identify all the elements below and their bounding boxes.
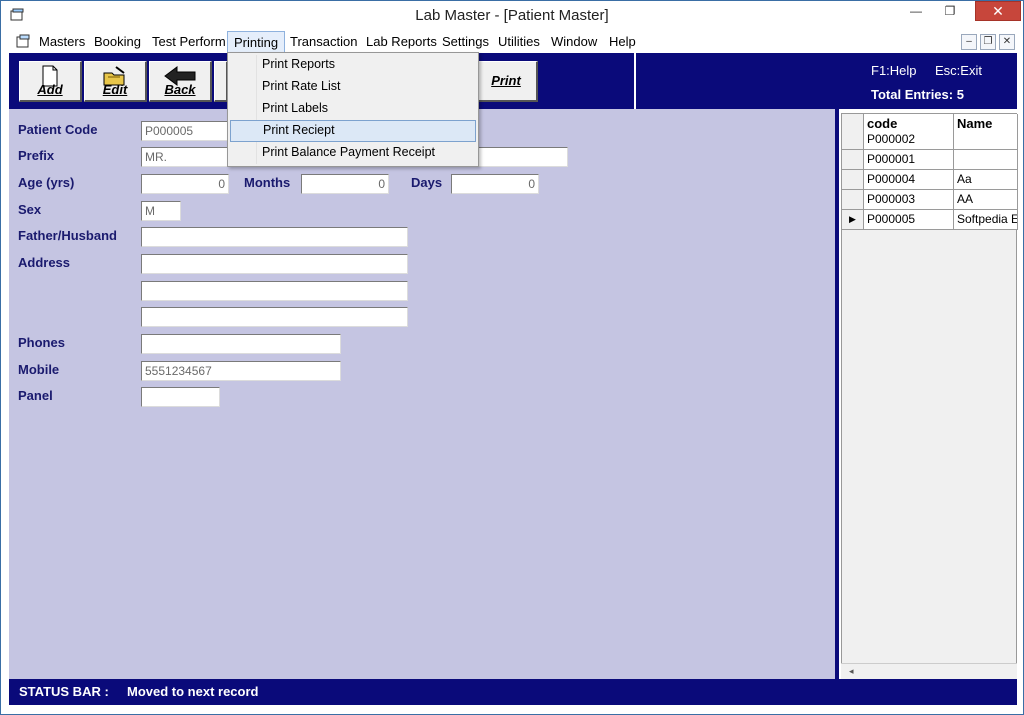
age-years-field[interactable] [141,174,229,194]
menu-test-perform[interactable]: Test Perform [146,31,232,53]
table-row[interactable]: ▶ P000005 Softpedia E [842,210,1018,230]
address-line3-field[interactable] [141,307,408,327]
mdi-restore-button[interactable]: ❐ [980,34,996,50]
grid-cell-code[interactable]: P000003 [864,190,954,210]
total-entries: Total Entries: 5 [871,87,964,102]
row-selector[interactable] [842,150,864,170]
menu-help[interactable]: Help [603,31,642,53]
address-line1-field[interactable] [141,254,408,274]
status-bar: STATUS BAR : Moved to next record [9,679,1017,705]
mdi-minimize-button[interactable]: – [961,34,977,50]
age-label: Age (yrs) [18,175,75,190]
table-row[interactable]: P000002 [842,130,1018,150]
mdi-child-icon[interactable] [15,34,31,50]
menu-item-print-reports[interactable]: Print Reports [230,54,476,76]
prefix-label: Prefix [18,148,55,163]
add-button[interactable]: Add [19,61,82,102]
menu-item-print-balance-payment-receipt[interactable]: Print Balance Payment Receipt [230,142,476,164]
father-husband-label: Father/Husband [18,228,117,243]
status-message: Moved to next record [127,684,259,699]
toolbar-divider [634,53,636,109]
exit-hint: Esc:Exit [935,63,982,78]
help-hint: F1:Help [871,63,917,78]
days-label: Days [411,175,443,190]
menu-bar: Masters Booking Test Perform Printing Tr… [9,31,1017,53]
patient-code-field[interactable] [141,121,229,141]
sex-label: Sex [18,202,42,217]
months-field[interactable] [301,174,389,194]
phones-field[interactable] [141,334,341,354]
menu-utilities[interactable]: Utilities [492,31,546,53]
table-row[interactable]: P000001 [842,150,1018,170]
grid-cell-name[interactable]: Softpedia E [954,210,1018,230]
title-bar: Lab Master - [Patient Master] — ❐ ✕ [1,1,1023,31]
printing-menu: Print Reports Print Rate List Print Labe… [227,52,479,167]
patient-grid[interactable]: code Name P000002 P000001 P000004 Aa P00… [841,113,1018,673]
mobile-field[interactable] [141,361,341,381]
patient-form: Patient Code Prefix Age (yrs) Months Day… [9,109,835,679]
sex-field[interactable] [141,201,181,221]
grid-cell-code[interactable]: P000001 [864,150,954,170]
panel-label: Panel [18,388,53,403]
phones-label: Phones [18,335,65,350]
menu-printing[interactable]: Printing [227,31,286,53]
minimize-button[interactable]: — [903,5,929,19]
grid-cell-code[interactable]: P000002 [864,130,954,150]
hidden-tool-button[interactable] [214,61,228,102]
row-selector[interactable] [842,170,864,190]
father-husband-field[interactable] [141,227,408,247]
days-field[interactable] [451,174,539,194]
window-title: Lab Master - [Patient Master] [415,7,609,24]
toolbar: Add Edit Back Print F1:Help Esc:Exit Tot… [9,53,1017,109]
prefix-field[interactable] [141,147,229,167]
row-selector[interactable] [842,190,864,210]
grid-horizontal-scrollbar[interactable]: ◂ [841,663,1017,679]
add-button-label: Add [37,82,63,97]
back-button[interactable]: Back [149,61,212,102]
status-bar-label: STATUS BAR : [19,684,109,699]
grid-cell-code[interactable]: P000005 [864,210,954,230]
table-row[interactable]: P000004 Aa [842,170,1018,190]
restore-button[interactable]: ❐ [937,5,963,19]
close-button[interactable]: ✕ [975,1,1021,21]
print-button[interactable]: Print [475,61,538,102]
grid-cell-name[interactable]: Aa [954,170,1018,190]
row-pointer-icon[interactable]: ▶ [842,210,864,230]
scroll-left-icon[interactable]: ◂ [849,666,854,677]
patient-code-label: Patient Code [18,122,98,137]
mdi-close-button[interactable]: ✕ [999,34,1015,50]
back-button-label: Back [164,82,196,97]
table-row[interactable]: P000003 AA [842,190,1018,210]
menu-transaction[interactable]: Transaction [284,31,363,53]
menu-item-print-receipt[interactable]: Print Reciept [230,120,476,142]
grid-cell-name[interactable] [954,130,1018,150]
address-line2-field[interactable] [141,281,408,301]
menu-window[interactable]: Window [545,31,603,53]
patient-grid-panel: code Name P000002 P000001 P000004 Aa P00… [835,109,1018,679]
mobile-label: Mobile [18,362,60,377]
address-label: Address [18,255,71,270]
edit-button-label: Edit [102,82,128,97]
row-selector[interactable] [842,130,864,150]
menu-masters[interactable]: Masters [33,31,91,53]
edit-button[interactable]: Edit [84,61,147,102]
menu-item-print-labels[interactable]: Print Labels [230,98,476,120]
menu-settings[interactable]: Settings [436,31,495,53]
grid-cell-code[interactable]: P000004 [864,170,954,190]
app-window: Lab Master - [Patient Master] — ❐ ✕ Mast… [0,0,1024,715]
panel-field[interactable] [141,387,220,407]
grid-cell-name[interactable]: AA [954,190,1018,210]
print-button-label: Print [491,73,521,88]
months-label: Months [244,175,291,190]
menu-booking[interactable]: Booking [88,31,147,53]
menu-lab-reports[interactable]: Lab Reports [360,31,443,53]
grid-cell-name[interactable] [954,150,1018,170]
menu-item-print-rate-list[interactable]: Print Rate List [230,76,476,98]
